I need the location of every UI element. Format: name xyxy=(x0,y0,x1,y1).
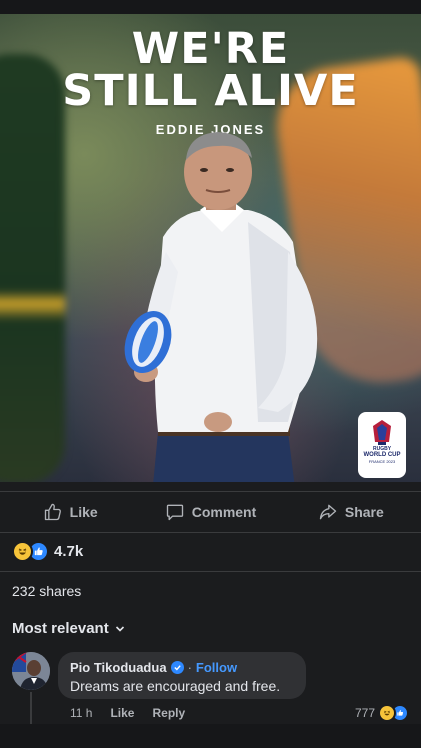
reaction-summary[interactable]: 4.7k xyxy=(12,540,84,562)
comment-button[interactable]: Comment xyxy=(140,492,280,532)
comment-reactions[interactable]: 777 xyxy=(355,704,409,722)
thumbs-up-icon xyxy=(44,503,61,521)
headline-line-2: STILL ALIVE xyxy=(62,66,359,116)
comment-text: Dreams are encouraged and free. xyxy=(70,678,281,694)
verified-badge-icon xyxy=(170,661,184,674)
bottom-strip xyxy=(0,724,421,748)
comment-bubble: Pio Tikoduadua · Follow Dreams are encou… xyxy=(58,652,306,699)
reaction-count: 4.7k xyxy=(54,542,84,560)
separator-dot: · xyxy=(187,660,192,675)
post-image[interactable]: WE'RE STILL ALIVE EDDIE JONES RUGBY WORL… xyxy=(0,14,421,482)
comment-like-button[interactable]: Like xyxy=(110,706,134,720)
share-button[interactable]: Share xyxy=(281,492,421,532)
like-button[interactable]: Like xyxy=(0,492,140,532)
haha-emoji-icon xyxy=(378,704,396,722)
share-arrow-icon xyxy=(319,504,337,520)
logo-line-3: FRANCE 2023 xyxy=(368,459,396,464)
follow-button[interactable]: Follow xyxy=(196,660,237,675)
comment-reply-button[interactable]: Reply xyxy=(152,706,185,720)
logo-line-2: WORLD CUP xyxy=(363,452,401,458)
divider xyxy=(0,571,421,572)
share-label: Share xyxy=(344,504,384,520)
haha-emoji-icon xyxy=(12,540,33,562)
post-action-bar: Like Comment Share xyxy=(0,491,421,533)
shares-count[interactable]: 232 shares xyxy=(12,583,81,599)
thread-line xyxy=(30,692,32,724)
comment-timestamp: 11 h xyxy=(70,706,93,720)
comment-label: Comment xyxy=(191,504,257,520)
rugby-world-cup-logo: RUGBY WORLD CUP FRANCE 2023 xyxy=(358,412,406,478)
comment-meta: 11 h Like Reply xyxy=(70,706,185,720)
sort-label: Most relevant xyxy=(12,620,109,637)
comment-sort-dropdown[interactable]: Most relevant xyxy=(12,620,125,637)
trophy-icon xyxy=(373,420,391,445)
comment-icon xyxy=(166,504,183,521)
coach-figure xyxy=(124,132,318,482)
background-player-left xyxy=(0,54,65,482)
status-strip xyxy=(0,0,421,14)
comment-reaction-count: 777 xyxy=(354,706,375,720)
comment-author[interactable]: Pio Tikoduadua xyxy=(70,660,167,675)
chevron-down-icon xyxy=(115,625,124,632)
like-label: Like xyxy=(69,504,98,520)
comment-author-row: Pio Tikoduadua · Follow xyxy=(70,660,237,675)
avatar[interactable] xyxy=(12,652,50,690)
